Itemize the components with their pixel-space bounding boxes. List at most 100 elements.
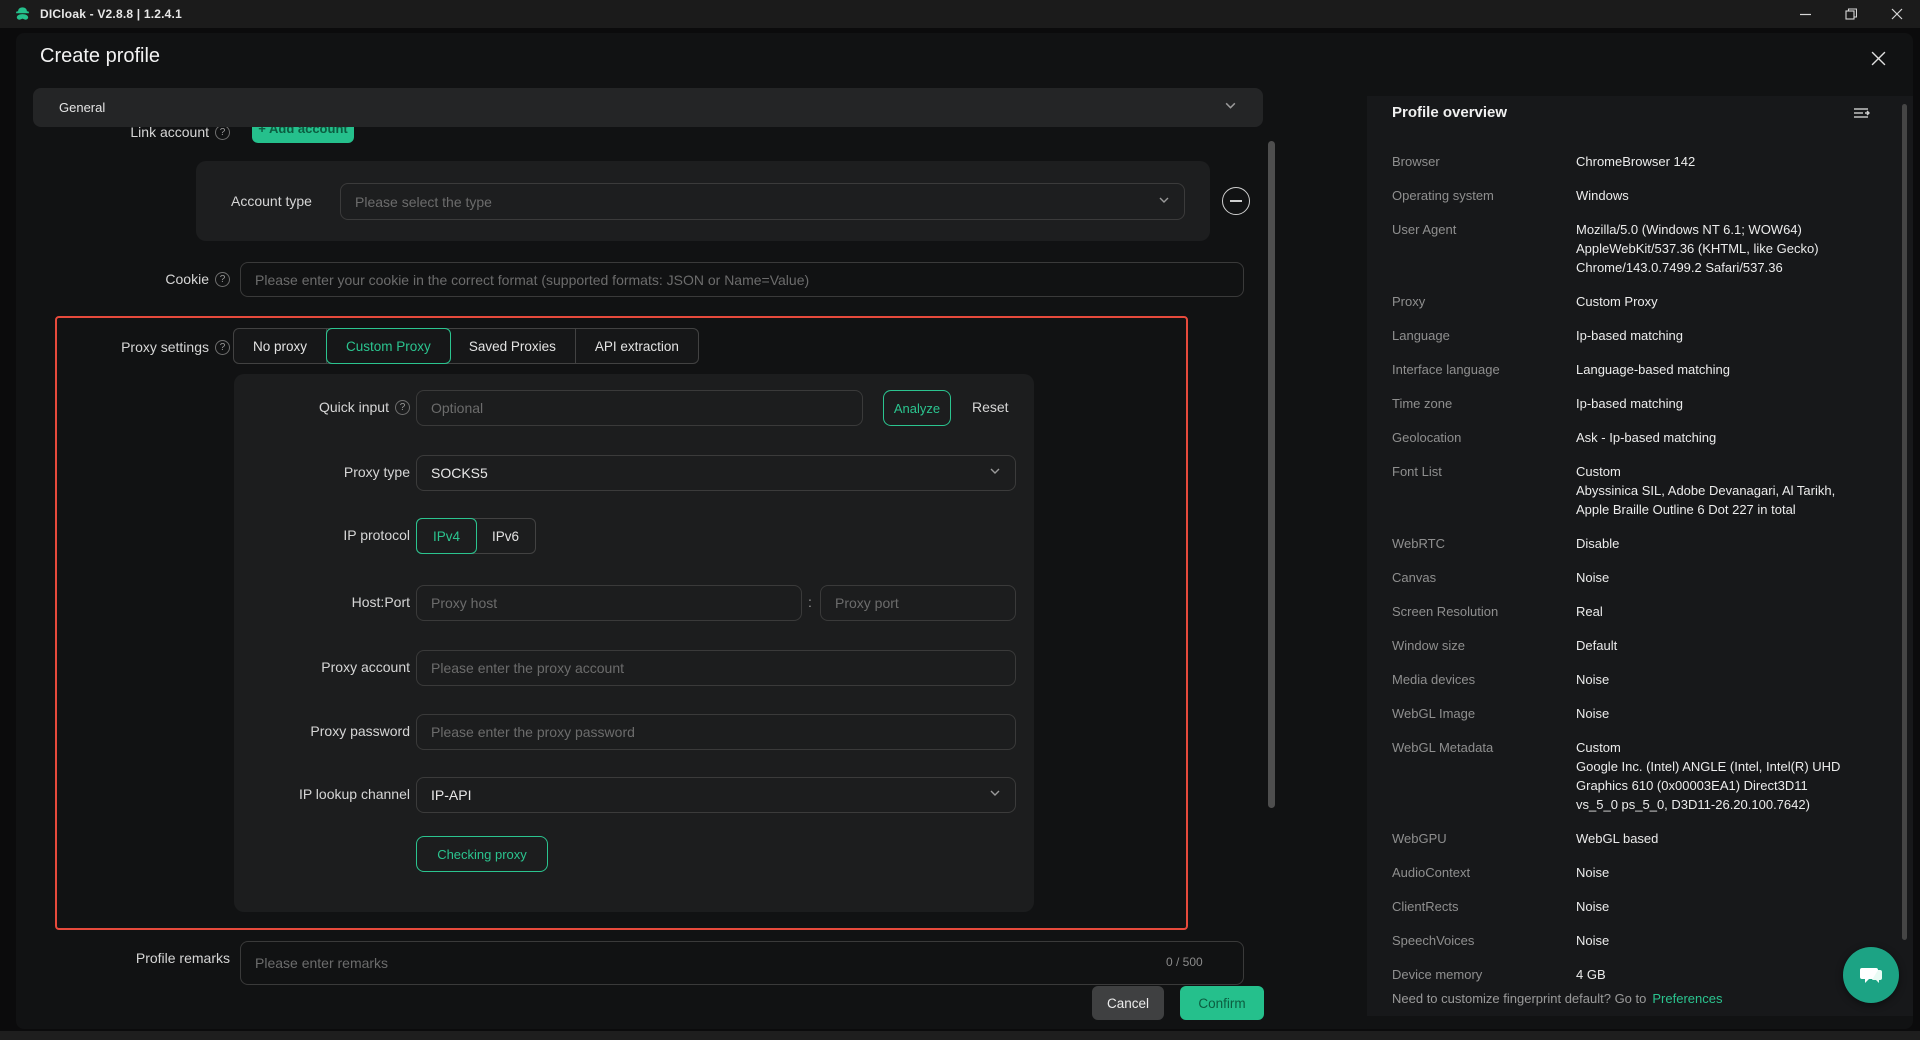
ip-lookup-select[interactable]: IP-API <box>416 777 1016 813</box>
chevron-down-icon <box>989 464 1001 482</box>
overview-value: 4 GB <box>1576 965 1868 984</box>
overview-label: User Agent <box>1392 220 1576 277</box>
proxy-mode-tabs: No proxyCustom ProxySaved ProxiesAPI ext… <box>233 328 699 364</box>
checking-proxy-button[interactable]: Checking proxy <box>416 836 548 872</box>
proxy-password-input[interactable] <box>416 714 1016 750</box>
cookie-label: Cookie ? <box>165 271 230 287</box>
overview-row: Media devicesNoise <box>1392 670 1892 689</box>
overview-label: Geolocation <box>1392 428 1576 447</box>
minimize-button[interactable] <box>1782 0 1828 28</box>
ip-protocol-label: IP protocol <box>343 527 410 543</box>
proxy-tab-api-extraction[interactable]: API extraction <box>576 329 698 363</box>
titlebar: DICloak - V2.8.8 | 1.2.4.1 <box>0 0 1920 28</box>
overview-label: Font List <box>1392 462 1576 519</box>
ip-protocol-ipv4[interactable]: IPv4 <box>416 518 477 554</box>
quick-input-field[interactable] <box>416 390 863 426</box>
overview-value: Noise <box>1576 863 1868 882</box>
overview-value: Ask - Ip-based matching <box>1576 428 1868 447</box>
proxy-type-label: Proxy type <box>344 464 410 480</box>
overview-row: WebGL MetadataCustom Google Inc. (Intel)… <box>1392 738 1892 814</box>
chevron-down-icon <box>1224 99 1237 117</box>
restore-button[interactable] <box>1828 0 1874 28</box>
overview-value: Default <box>1576 636 1868 655</box>
overview-row: Time zoneIp-based matching <box>1392 394 1892 413</box>
overview-label: Canvas <box>1392 568 1576 587</box>
proxy-tab-saved-proxies[interactable]: Saved Proxies <box>450 329 576 363</box>
dialog-scrollbar[interactable] <box>1268 141 1275 808</box>
proxy-host-input[interactable] <box>416 585 802 621</box>
overview-value: Ip-based matching <box>1576 394 1868 413</box>
chevron-down-icon <box>1158 193 1170 211</box>
ip-protocol-toggle: IPv4IPv6 <box>416 518 536 554</box>
fingerprint-footer: Need to customize fingerprint default? G… <box>1392 991 1722 1006</box>
account-type-label: Account type <box>231 193 312 209</box>
overview-row: BrowserChromeBrowser 142 <box>1392 152 1892 171</box>
overview-row: User AgentMozilla/5.0 (Windows NT 6.1; W… <box>1392 220 1892 277</box>
proxy-type-select[interactable]: SOCKS5 <box>416 455 1016 491</box>
profile-remarks-input[interactable] <box>240 941 1244 985</box>
overview-label: Browser <box>1392 152 1576 171</box>
overview-label: Interface language <box>1392 360 1576 379</box>
overview-value: Real <box>1576 602 1868 621</box>
proxy-account-input[interactable] <box>416 650 1016 686</box>
remove-account-icon[interactable] <box>1222 187 1250 215</box>
overview-value: Custom Abyssinica SIL, Adobe Devanagari,… <box>1576 462 1868 519</box>
overview-label: Operating system <box>1392 186 1576 205</box>
reset-button[interactable]: Reset <box>972 399 1009 415</box>
overview-value: Windows <box>1576 186 1868 205</box>
close-window-button[interactable] <box>1874 0 1920 28</box>
overview-row: CanvasNoise <box>1392 568 1892 587</box>
overview-row: WebGL ImageNoise <box>1392 704 1892 723</box>
account-type-select[interactable]: Please select the type <box>340 183 1185 220</box>
overview-row: Window sizeDefault <box>1392 636 1892 655</box>
host-port-label: Host:Port <box>352 594 410 610</box>
proxy-port-input[interactable] <box>820 585 1016 621</box>
overview-label: Screen Resolution <box>1392 602 1576 621</box>
overview-value: Noise <box>1576 568 1868 587</box>
overview-value: Mozilla/5.0 (Windows NT 6.1; WOW64) Appl… <box>1576 220 1868 277</box>
overview-row: ClientRectsNoise <box>1392 897 1892 916</box>
overview-label: Proxy <box>1392 292 1576 311</box>
overview-value: Noise <box>1576 897 1868 916</box>
overview-label: WebGPU <box>1392 829 1576 848</box>
app-logo-icon <box>14 6 31 23</box>
proxy-password-label: Proxy password <box>310 723 410 739</box>
overview-label: Device memory <box>1392 965 1576 984</box>
overview-label: WebGL Metadata <box>1392 738 1576 814</box>
dialog-title: Create profile <box>40 45 160 68</box>
overview-value: Ip-based matching <box>1576 326 1868 345</box>
overview-value: Noise <box>1576 704 1868 723</box>
overview-row: LanguageIp-based matching <box>1392 326 1892 345</box>
help-icon[interactable]: ? <box>215 272 230 287</box>
overview-row: ProxyCustom Proxy <box>1392 292 1892 311</box>
help-icon[interactable]: ? <box>215 340 230 355</box>
overview-label: WebRTC <box>1392 534 1576 553</box>
general-section-header[interactable]: General <box>33 88 1263 127</box>
overview-row: WebGPUWebGL based <box>1392 829 1892 848</box>
analyze-button[interactable]: Analyze <box>883 390 951 426</box>
collapse-panel-icon[interactable] <box>1852 104 1870 122</box>
preferences-link[interactable]: Preferences <box>1652 991 1722 1006</box>
overview-value: Noise <box>1576 931 1868 950</box>
app-title: DICloak - V2.8.8 | 1.2.4.1 <box>40 7 182 21</box>
help-icon[interactable]: ? <box>395 400 410 415</box>
cookie-input[interactable] <box>240 262 1244 297</box>
ip-protocol-ipv6[interactable]: IPv6 <box>476 519 535 553</box>
ip-lookup-label: IP lookup channel <box>299 786 410 802</box>
confirm-button[interactable]: Confirm <box>1180 986 1264 1020</box>
close-icon[interactable] <box>1868 48 1888 68</box>
profile-remarks-label: Profile remarks <box>136 950 230 966</box>
chat-support-button[interactable] <box>1843 947 1899 1003</box>
host-port-separator: : <box>808 594 812 610</box>
quick-input-label: Quick input ? <box>319 399 410 415</box>
proxy-tab-custom-proxy[interactable]: Custom Proxy <box>326 328 451 364</box>
overview-label: Language <box>1392 326 1576 345</box>
sidebar-scrollbar[interactable] <box>1902 104 1907 940</box>
overview-row: Screen ResolutionReal <box>1392 602 1892 621</box>
profile-overview-panel: Profile overview BrowserChromeBrowser 14… <box>1367 96 1913 1016</box>
proxy-tab-no-proxy[interactable]: No proxy <box>234 329 327 363</box>
overview-row: Operating systemWindows <box>1392 186 1892 205</box>
overview-value: Custom Google Inc. (Intel) ANGLE (Intel,… <box>1576 738 1868 814</box>
remarks-counter: 0 / 500 <box>1166 955 1203 969</box>
cancel-button[interactable]: Cancel <box>1092 986 1164 1020</box>
